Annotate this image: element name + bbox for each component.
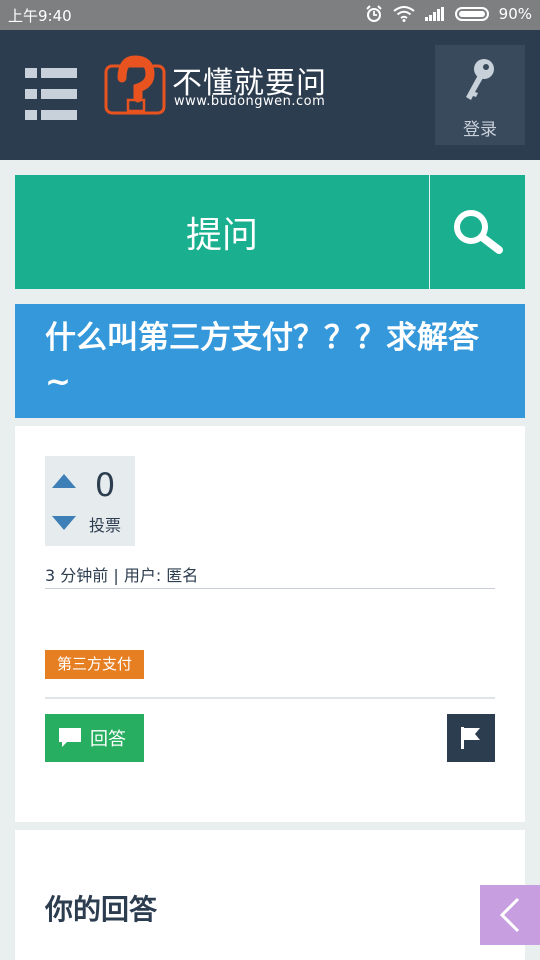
logo-question-icon[interactable] — [104, 54, 166, 116]
question-meta: 3 分钟前 | 用户: 匿名 — [45, 566, 199, 585]
comment-icon — [59, 728, 81, 747]
status-time: 上午9:40 — [8, 7, 72, 25]
key-icon — [466, 59, 494, 100]
menu-icon-square — [25, 89, 37, 99]
vote-label: 投票 — [88, 516, 121, 535]
menu-icon[interactable] — [25, 68, 77, 120]
menu-icon-line — [41, 110, 77, 120]
status-icons: 90% — [365, 5, 532, 23]
alarm-icon — [365, 5, 382, 22]
ask-button[interactable]: 提问 — [15, 175, 429, 289]
downvote-arrow-icon[interactable] — [52, 516, 76, 530]
upvote-arrow-icon[interactable] — [52, 474, 76, 488]
your-answer-card: 你的回答 — [15, 830, 525, 960]
chevron-left-icon — [499, 897, 520, 933]
login-button[interactable]: 登录 — [435, 45, 525, 145]
search-button[interactable] — [430, 175, 525, 289]
divider — [45, 588, 495, 589]
action-row: 提问 — [15, 175, 525, 289]
logo-url: www.budongwen.com — [174, 94, 326, 109]
question-title: 什么叫第三方支付？？？求解答~ — [15, 304, 525, 418]
vote-count: 0 — [94, 466, 116, 504]
login-label: 登录 — [463, 120, 497, 140]
divider — [45, 697, 495, 699]
answer-label: 回答 — [90, 729, 126, 750]
vote-box: 0 投票 — [45, 456, 135, 546]
battery-percent: 90% — [498, 5, 532, 23]
answer-button[interactable]: 回答 — [45, 714, 144, 762]
menu-icon-square — [25, 68, 37, 78]
battery-icon — [454, 7, 489, 21]
report-flag-button[interactable] — [447, 714, 495, 762]
flag-icon — [461, 727, 480, 749]
signal-icon — [424, 7, 444, 21]
menu-icon-square — [25, 110, 37, 120]
search-icon — [454, 210, 503, 254]
menu-icon-line — [41, 89, 77, 99]
menu-icon-line — [41, 68, 77, 78]
question-card: 0 投票 3 分钟前 | 用户: 匿名 第三方支付 回答 — [15, 426, 525, 822]
your-answer-heading: 你的回答 — [45, 893, 158, 926]
back-tab[interactable] — [480, 885, 540, 945]
topic-tag[interactable]: 第三方支付 — [45, 650, 145, 679]
status-bar: 上午9:40 90% — [0, 0, 540, 30]
wifi-icon — [393, 6, 415, 22]
app-header: 不懂就要问 www.budongwen.com 登录 — [0, 30, 540, 160]
